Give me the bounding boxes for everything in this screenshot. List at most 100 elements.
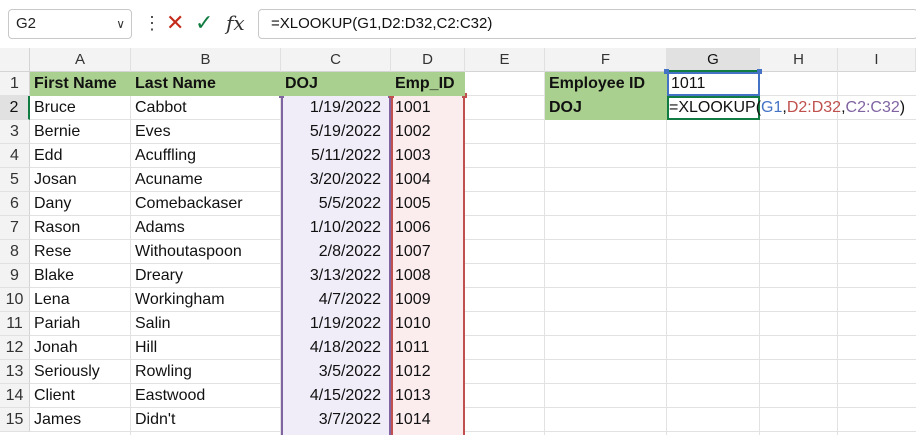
cell-id[interactable]: 1006 xyxy=(391,216,465,240)
row-header-12[interactable]: 12 xyxy=(0,336,30,360)
cell-doj[interactable]: 2/8/2022 xyxy=(281,240,391,264)
chevron-down-icon[interactable]: ∨ xyxy=(116,10,125,38)
row-header-4[interactable]: 4 xyxy=(0,144,30,168)
cell-doj[interactable]: 3/20/2022 xyxy=(281,168,391,192)
cell-doj[interactable]: 5/19/2022 xyxy=(281,120,391,144)
row-header-11[interactable]: 11 xyxy=(0,312,30,336)
header-emp-id[interactable]: Emp_ID xyxy=(391,72,465,96)
active-cell-formula[interactable]: =XLOOKUP(G1,D2:D32,C2:C32) xyxy=(669,96,905,120)
name-box[interactable]: G2 ∨ xyxy=(8,9,132,39)
column-header-d[interactable]: D xyxy=(391,48,465,72)
cell-last[interactable]: Didn't xyxy=(131,408,281,432)
row-header-3[interactable]: 3 xyxy=(0,120,30,144)
select-all-corner[interactable] xyxy=(0,48,30,72)
column-header-e[interactable]: E xyxy=(465,48,545,72)
cell-doj[interactable]: 4/7/2022 xyxy=(281,288,391,312)
name-box-value: G2 xyxy=(16,15,37,32)
row-header-6[interactable]: 6 xyxy=(0,192,30,216)
cell-doj[interactable]: 3/7/2022 xyxy=(281,408,391,432)
cell-first[interactable]: Blake xyxy=(30,264,131,288)
cell-first[interactable]: Bruce xyxy=(30,96,131,120)
doj-label[interactable]: DOJ xyxy=(545,96,667,120)
cell-id[interactable]: 1013 xyxy=(391,384,465,408)
row-header-8[interactable]: 8 xyxy=(0,240,30,264)
header-first-name[interactable]: First Name xyxy=(30,72,131,96)
column-header-g[interactable]: G xyxy=(667,48,760,72)
more-vertical-icon[interactable]: ⋮ xyxy=(143,11,161,35)
cell-first[interactable]: Pariah xyxy=(30,312,131,336)
cell-doj[interactable]: 5/5/2022 xyxy=(281,192,391,216)
column-header-b[interactable]: B xyxy=(131,48,281,72)
cell-first[interactable]: Edd xyxy=(30,144,131,168)
column-header-a[interactable]: A xyxy=(30,48,131,72)
cell-last[interactable]: Acuname xyxy=(131,168,281,192)
cell-first[interactable]: Seriously xyxy=(30,360,131,384)
cell-first[interactable]: Bernie xyxy=(30,120,131,144)
cell-last[interactable]: Rowling xyxy=(131,360,281,384)
cell-last[interactable]: Hill xyxy=(131,336,281,360)
cell-id[interactable]: 1009 xyxy=(391,288,465,312)
cell-last[interactable]: Workingham xyxy=(131,288,281,312)
cell-first[interactable]: Lena xyxy=(30,288,131,312)
cell-first[interactable]: Jonah xyxy=(30,336,131,360)
cell-doj[interactable]: 4/15/2022 xyxy=(281,384,391,408)
cell-id[interactable]: 1012 xyxy=(391,360,465,384)
cell-first[interactable]: Rason xyxy=(30,216,131,240)
formula-input[interactable]: =XLOOKUP(G1,D2:D32,C2:C32) xyxy=(258,9,916,39)
column-header-c[interactable]: C xyxy=(281,48,391,72)
cell-first[interactable]: Rese xyxy=(30,240,131,264)
column-header-h[interactable]: H xyxy=(760,48,838,72)
cell-last[interactable]: Acuffling xyxy=(131,144,281,168)
row-header-2[interactable]: 2 xyxy=(0,96,30,120)
enter-check-icon[interactable]: ✓ xyxy=(195,8,213,38)
cell-id[interactable]: 1001 xyxy=(391,96,465,120)
cell-last[interactable]: Adams xyxy=(131,216,281,240)
row-header-14[interactable]: 14 xyxy=(0,384,30,408)
cell-doj[interactable]: 3/5/2022 xyxy=(281,360,391,384)
employee-id-label[interactable]: Employee ID xyxy=(545,72,667,96)
cell-last[interactable]: Eves xyxy=(131,120,281,144)
cell-last[interactable]: Cabbot xyxy=(131,96,281,120)
cell-doj[interactable]: 3/13/2022 xyxy=(281,264,391,288)
row-header-7[interactable]: 7 xyxy=(0,216,30,240)
row-header-10[interactable]: 10 xyxy=(0,288,30,312)
row-header-13[interactable]: 13 xyxy=(0,360,30,384)
gridline xyxy=(544,72,545,435)
row-header-5[interactable]: 5 xyxy=(0,168,30,192)
cell-id[interactable]: 1002 xyxy=(391,120,465,144)
cell-last[interactable]: Comebackaser xyxy=(131,192,281,216)
function-icon[interactable]: fx xyxy=(226,9,245,37)
cell-last[interactable]: Withoutaspoon xyxy=(131,240,281,264)
cell-last[interactable]: Dreary xyxy=(131,264,281,288)
cell-id[interactable]: 1005 xyxy=(391,192,465,216)
cell-id[interactable]: 1011 xyxy=(391,336,465,360)
cell-first[interactable]: James xyxy=(30,408,131,432)
column-header-f[interactable]: F xyxy=(545,48,667,72)
cell-doj[interactable]: 1/19/2022 xyxy=(281,96,391,120)
cell-doj[interactable]: 4/18/2022 xyxy=(281,336,391,360)
cell-first[interactable]: Client xyxy=(30,384,131,408)
row-header-9[interactable]: 9 xyxy=(0,264,30,288)
cell-id[interactable]: 1014 xyxy=(391,408,465,432)
row-header-1[interactable]: 1 xyxy=(0,72,30,96)
cancel-icon[interactable]: ✕ xyxy=(166,8,184,38)
header-doj[interactable]: DOJ xyxy=(281,72,391,96)
range-handle[interactable] xyxy=(757,69,762,74)
range-handle[interactable] xyxy=(664,69,669,74)
cell-id[interactable]: 1003 xyxy=(391,144,465,168)
cell-first[interactable]: Dany xyxy=(30,192,131,216)
cell-last[interactable]: Eastwood xyxy=(131,384,281,408)
row-header-15[interactable]: 15 xyxy=(0,408,30,432)
cell-doj[interactable]: 1/19/2022 xyxy=(281,312,391,336)
header-last-name[interactable]: Last Name xyxy=(131,72,281,96)
cell-id[interactable]: 1007 xyxy=(391,240,465,264)
cell-doj[interactable]: 5/11/2022 xyxy=(281,144,391,168)
cell-id[interactable]: 1004 xyxy=(391,168,465,192)
cell-id[interactable]: 1010 xyxy=(391,312,465,336)
cell-last[interactable]: Salin xyxy=(131,312,281,336)
formula-arg-g1: G1 xyxy=(761,99,783,116)
column-header-i[interactable]: I xyxy=(838,48,916,72)
cell-first[interactable]: Josan xyxy=(30,168,131,192)
cell-id[interactable]: 1008 xyxy=(391,264,465,288)
cell-doj[interactable]: 1/10/2022 xyxy=(281,216,391,240)
